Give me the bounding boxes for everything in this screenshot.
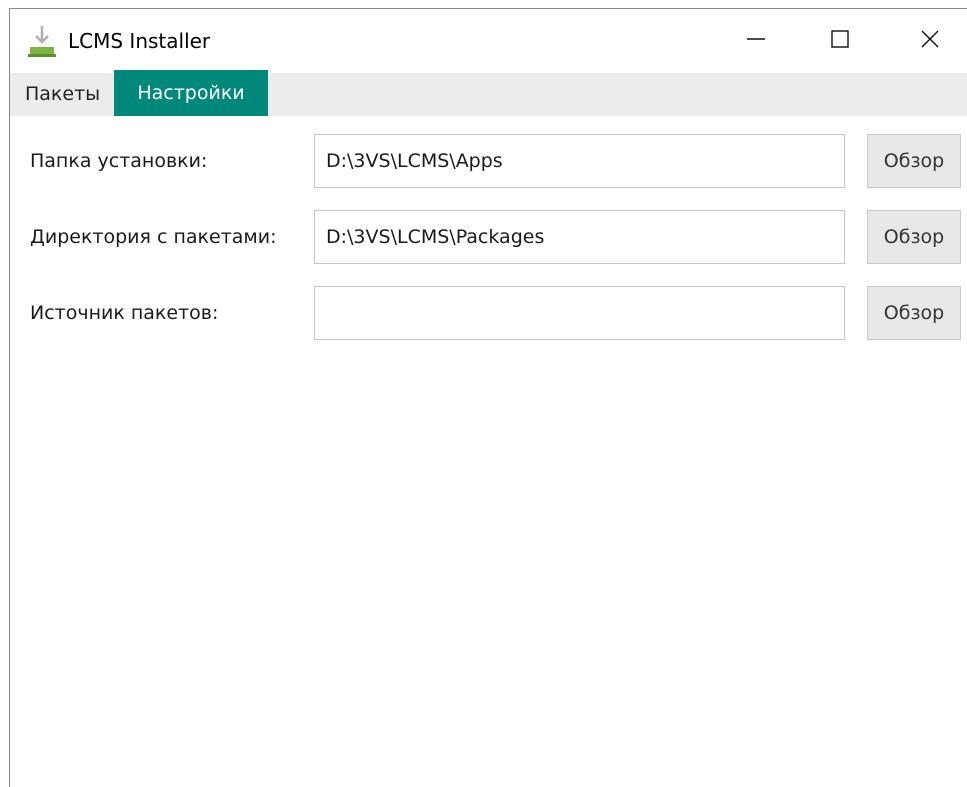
packages-source-label: Источник пакетов: [30, 302, 219, 324]
install-folder-label: Папка установки: [30, 150, 208, 172]
close-button[interactable] [900, 9, 960, 73]
minimize-button[interactable] [726, 9, 786, 73]
install-folder-input[interactable] [314, 134, 845, 188]
download-installer-icon [24, 23, 60, 59]
title-bar[interactable]: LCMS Installer [10, 9, 967, 73]
maximize-icon [830, 29, 850, 53]
packages-dir-label: Директория с пакетами: [30, 226, 277, 248]
tab-packets[interactable]: Пакеты [10, 73, 114, 116]
maximize-button[interactable] [810, 9, 870, 73]
installer-window: LCMS Installer Пакеты Настройки Папка ус… [0, 0, 967, 787]
window-title: LCMS Installer [68, 29, 211, 53]
tab-strip: Пакеты Настройки [10, 70, 967, 116]
window-border-left [9, 8, 10, 787]
packages-dir-browse-button[interactable]: Обзор [867, 210, 961, 264]
packages-dir-input[interactable] [314, 210, 845, 264]
install-folder-browse-button[interactable]: Обзор [867, 134, 961, 188]
tab-settings[interactable]: Настройки [114, 70, 268, 116]
packages-source-browse-button[interactable]: Обзор [867, 286, 961, 340]
packages-source-input[interactable] [314, 286, 845, 340]
minimize-icon [746, 29, 766, 53]
close-icon [920, 29, 940, 53]
